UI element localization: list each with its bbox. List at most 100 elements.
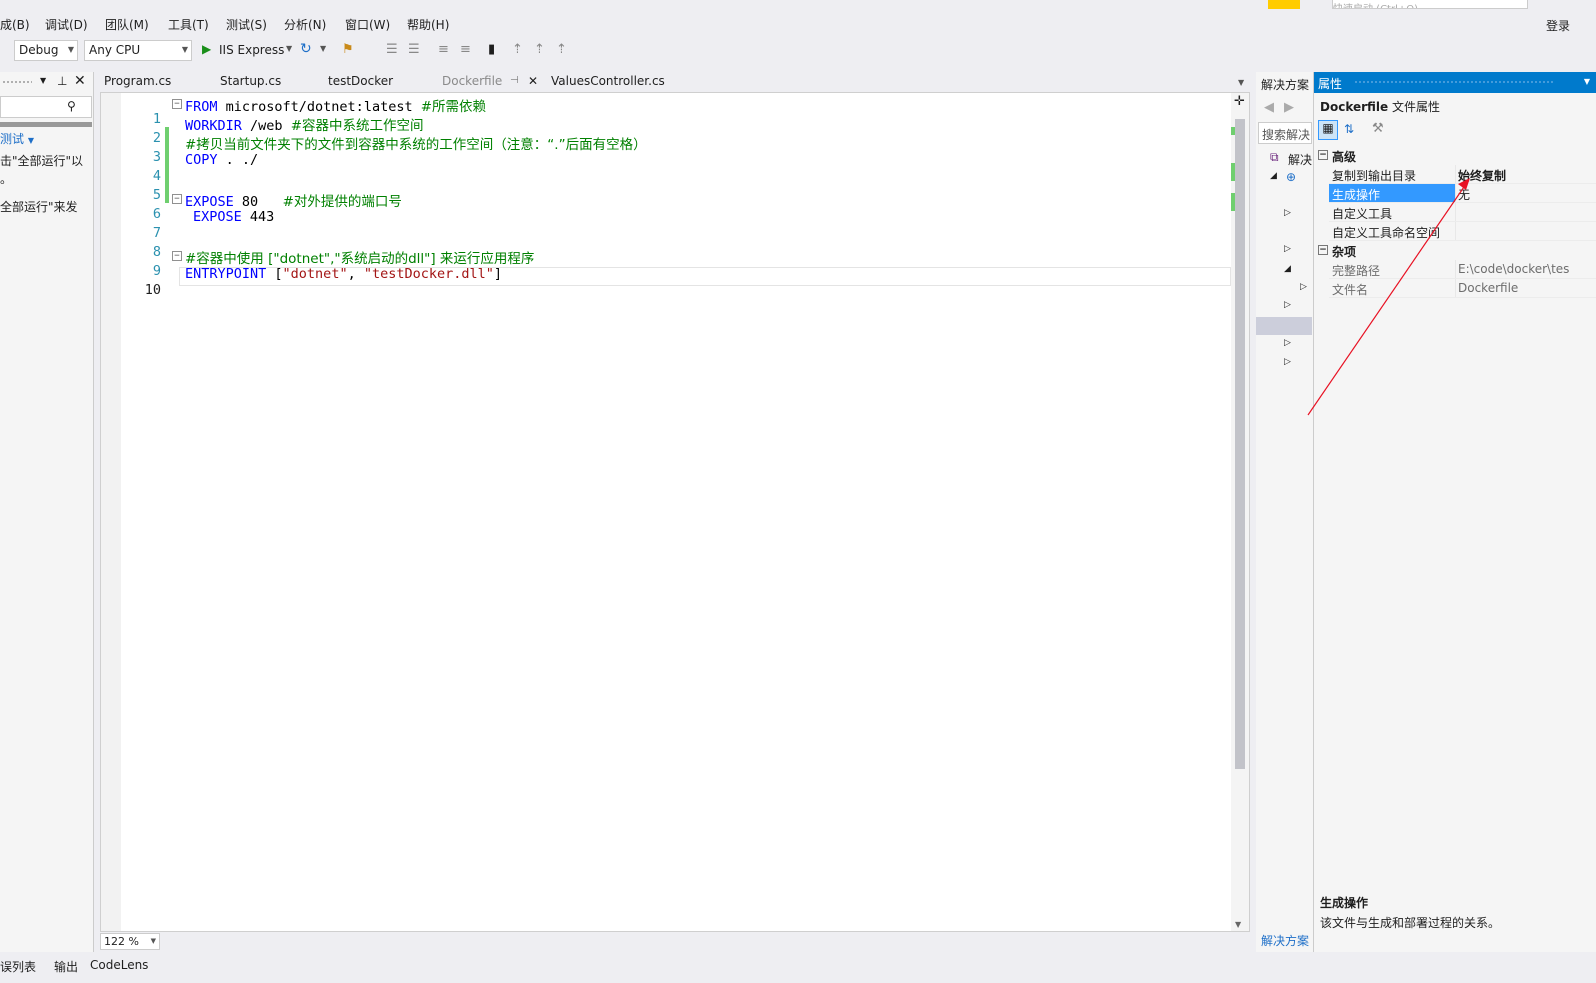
tab-program-cs[interactable]: Program.cs: [104, 74, 171, 88]
bookmark-icon[interactable]: ▮: [488, 42, 495, 57]
collapsed-icon[interactable]: ▷: [1284, 357, 1291, 367]
pin-icon[interactable]: ⊥: [57, 74, 67, 88]
menu-tools[interactable]: 工具(T): [168, 16, 209, 33]
menu-team[interactable]: 团队(M): [105, 16, 149, 33]
collapsed-icon[interactable]: ▷: [1284, 208, 1291, 218]
code-editor[interactable]: 1 − FROM microsoft/dotnet:latest #所需依赖 2…: [100, 92, 1250, 932]
menu-bar: 成(B) 调试(D) 团队(M) 工具(T) 测试(S) 分析(N) 窗口(W)…: [0, 12, 1596, 38]
close-icon[interactable]: ✕: [74, 73, 86, 89]
code-line: 9 − #容器中使用 ["dotnet","系统启动的dll"] 来运行应用程序: [152, 251, 535, 279]
property-row[interactable]: 自定义工具命名空间: [1314, 222, 1596, 241]
chevron-down-icon: ▼: [27, 136, 34, 145]
chevron-down-icon: ▼: [150, 937, 156, 945]
chevron-down-icon[interactable]: ▼: [40, 76, 46, 85]
indent-icon[interactable]: ☰: [386, 42, 398, 57]
categorized-icon[interactable]: ▦: [1318, 120, 1338, 140]
collapse-icon[interactable]: −: [172, 251, 182, 261]
scroll-down-icon[interactable]: ▼: [1235, 920, 1241, 929]
wrench-icon[interactable]: ⚒: [1372, 121, 1384, 136]
selected-item-dockerfile[interactable]: [1256, 317, 1312, 335]
tab-codelens[interactable]: CodeLens: [90, 958, 148, 972]
split-icon[interactable]: ✛: [1234, 94, 1245, 109]
test-explorer-panel: ▼ ⊥ ✕ ⚲ 测试 ▼ 击"全部运行"以 。 全部运行"来发: [0, 72, 94, 952]
collapsed-icon[interactable]: ▷: [1284, 338, 1291, 348]
config-dropdown[interactable]: Debug ▼: [14, 40, 78, 61]
document-tabs: Program.cs Startup.cs testDocker Dockerf…: [96, 72, 1252, 92]
play-icon[interactable]: ▶: [202, 42, 211, 56]
bottom-tabs: 误列表 输出 CodeLens: [0, 955, 1596, 983]
expanded-icon[interactable]: ◢: [1284, 264, 1291, 274]
solution-explorer-title: 解决方案: [1261, 78, 1310, 92]
code-line: 7 EXPOSE 443: [152, 209, 275, 241]
quick-launch-input[interactable]: 快速启动 (Ctrl+Q): [1332, 0, 1528, 9]
property-description: 生成操作 该文件与生成和部署过程的关系。: [1320, 894, 1596, 931]
chevron-down-icon: ▼: [181, 45, 188, 54]
tab-error-list[interactable]: 误列表: [0, 958, 36, 975]
menu-test[interactable]: 测试(S): [226, 16, 267, 33]
clear-bookmarks-icon[interactable]: ⇡: [556, 42, 567, 57]
category-misc[interactable]: − 杂项: [1314, 241, 1596, 260]
properties-header: 属性 ▼: [1314, 72, 1596, 93]
collapsed-icon[interactable]: ▷: [1284, 300, 1291, 310]
properties-object[interactable]: Dockerfile 文件属性: [1320, 98, 1440, 115]
close-icon[interactable]: ✕: [528, 74, 538, 88]
property-row[interactable]: 文件名 Dockerfile: [1314, 279, 1596, 298]
menu-build[interactable]: 成(B): [0, 16, 30, 33]
collapse-icon: −: [1318, 150, 1328, 160]
collapse-icon: −: [1318, 245, 1328, 255]
uncomment-icon[interactable]: ≡: [460, 42, 471, 57]
search-icon: ⚲: [67, 99, 76, 113]
menu-window[interactable]: 窗口(W): [345, 16, 390, 33]
collapse-icon[interactable]: −: [172, 99, 182, 109]
refresh-icon[interactable]: ↻: [300, 41, 312, 57]
properties-toolbar: ▦ ⇅ ⚒: [1314, 119, 1596, 143]
collapsed-icon[interactable]: ▷: [1284, 244, 1291, 254]
forward-icon[interactable]: ▶: [1284, 100, 1294, 115]
solution-explorer-tab[interactable]: 解决方案: [1261, 932, 1309, 949]
property-row[interactable]: 复制到输出目录 始终复制: [1314, 165, 1596, 184]
property-row[interactable]: 完整路径 E:\code\docker\tes: [1314, 260, 1596, 279]
run-tests-link[interactable]: 测试 ▼: [0, 130, 34, 147]
menu-debug[interactable]: 调试(D): [45, 16, 88, 33]
solution-search-input[interactable]: 搜索解决: [1258, 122, 1312, 144]
chevron-down-icon[interactable]: ▼: [320, 44, 326, 53]
vertical-scrollbar[interactable]: ✛ ▼: [1231, 93, 1249, 931]
category-advanced[interactable]: − 高级: [1314, 146, 1596, 165]
platform-value: Any CPU: [89, 43, 141, 57]
find-in-files-icon[interactable]: ⚑: [342, 42, 354, 57]
description-text: 该文件与生成和部署过程的关系。: [1320, 916, 1501, 930]
expanded-icon[interactable]: ◢: [1270, 171, 1277, 181]
pin-icon[interactable]: ⊣: [510, 75, 519, 86]
property-row-selected[interactable]: 生成操作 无: [1314, 184, 1596, 203]
run-button-label[interactable]: IIS Express: [219, 43, 284, 57]
outdent-icon[interactable]: ☰: [408, 42, 420, 57]
back-icon[interactable]: ◀: [1264, 100, 1274, 115]
login-link[interactable]: 登录: [1546, 17, 1570, 34]
config-value: Debug: [19, 43, 59, 57]
solution-node[interactable]: 解决: [1288, 151, 1312, 168]
tab-output[interactable]: 输出: [54, 958, 78, 975]
chevron-down-icon[interactable]: ▼: [1584, 77, 1590, 86]
prev-bookmark-icon[interactable]: ⇡: [512, 42, 523, 57]
progress-bar: [0, 122, 92, 127]
collapsed-icon[interactable]: ▷: [1300, 282, 1307, 292]
tab-startup-cs[interactable]: Startup.cs: [220, 74, 281, 88]
code-line: 3 #拷贝当前文件夹下的文件到容器中系统的工作空间（注意：“.”后面有空格）: [101, 133, 1231, 184]
test-search-input[interactable]: ⚲: [0, 96, 92, 118]
zoom-dropdown[interactable]: 122 % ▼: [100, 933, 160, 950]
chevron-down-icon[interactable]: ▼: [286, 44, 292, 53]
collapse-icon[interactable]: −: [172, 194, 182, 204]
chevron-down-icon[interactable]: ▼: [1238, 78, 1244, 87]
sort-alpha-icon[interactable]: ⇅: [1344, 122, 1354, 136]
menu-help[interactable]: 帮助(H): [407, 16, 449, 33]
notification-flag[interactable]: [1268, 0, 1300, 9]
comment-icon[interactable]: ≡: [438, 42, 449, 57]
platform-dropdown[interactable]: Any CPU ▼: [84, 40, 192, 61]
tab-testdocker[interactable]: testDocker: [328, 74, 393, 88]
tab-dockerfile[interactable]: Dockerfile ⊣ ✕: [436, 72, 546, 92]
scroll-thumb[interactable]: [1235, 119, 1245, 769]
tab-valuescontroller-cs[interactable]: ValuesController.cs: [551, 74, 665, 88]
next-bookmark-icon[interactable]: ⇡: [534, 42, 545, 57]
property-row[interactable]: 自定义工具: [1314, 203, 1596, 222]
menu-analyze[interactable]: 分析(N): [284, 16, 326, 33]
